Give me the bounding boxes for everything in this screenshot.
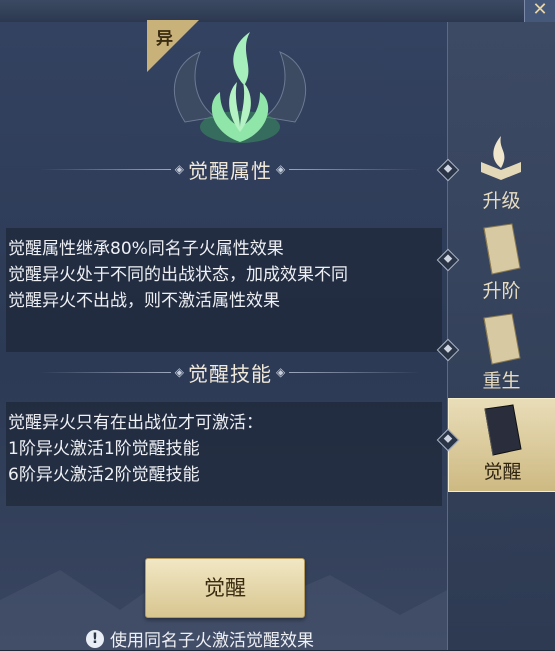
sidebar: 升级 升阶 重生 觉醒 xyxy=(448,22,555,650)
book-icon xyxy=(483,223,521,275)
tip: ! 使用同名子火激活觉醒效果 xyxy=(86,626,314,651)
tab-advance[interactable]: 升阶 xyxy=(448,218,555,310)
tab-rebirth[interactable]: 重生 xyxy=(448,308,555,400)
exclamation-icon: ! xyxy=(86,629,104,648)
tab-upgrade[interactable]: 升级 xyxy=(448,128,555,220)
description-line: 1阶异火激活1阶觉醒技能 xyxy=(8,439,200,459)
tab-awaken[interactable]: 觉醒 xyxy=(448,398,555,492)
green-flame-lotus-icon xyxy=(173,32,307,143)
dark-book-icon xyxy=(484,404,522,456)
description-line: 觉醒异火只有在出战位才可激活： xyxy=(8,413,263,433)
description-line: 觉醒异火不出战，则不激活属性效果 xyxy=(8,291,280,311)
description-line: 6阶异火激活2阶觉醒技能 xyxy=(8,465,200,485)
skills-description: 觉醒异火只有在出战位才可激活： 1阶异火激活1阶觉醒技能 6阶异火激活2阶觉醒技… xyxy=(6,402,442,506)
tip-text: 使用同名子火激活觉醒效果 xyxy=(110,631,314,651)
section-title-attributes: ◈ 觉醒属性 ◈ xyxy=(40,156,420,183)
attributes-description: 觉醒属性继承80%同名子火属性效果 觉醒异火处于不同的出战状态，加成效果不同 觉… xyxy=(6,228,442,352)
description-line: 觉醒异火处于不同的出战状态，加成效果不同 xyxy=(8,265,348,285)
top-bar xyxy=(0,0,555,23)
close-button[interactable]: ✕ xyxy=(524,0,555,22)
awaken-button[interactable]: 觉醒 xyxy=(145,558,305,618)
flame-book-icon xyxy=(481,136,521,180)
description-line: 觉醒属性继承80%同名子火属性效果 xyxy=(8,239,284,259)
book-icon xyxy=(483,313,521,365)
section-title-skills: ◈ 觉醒技能 ◈ xyxy=(40,359,420,386)
